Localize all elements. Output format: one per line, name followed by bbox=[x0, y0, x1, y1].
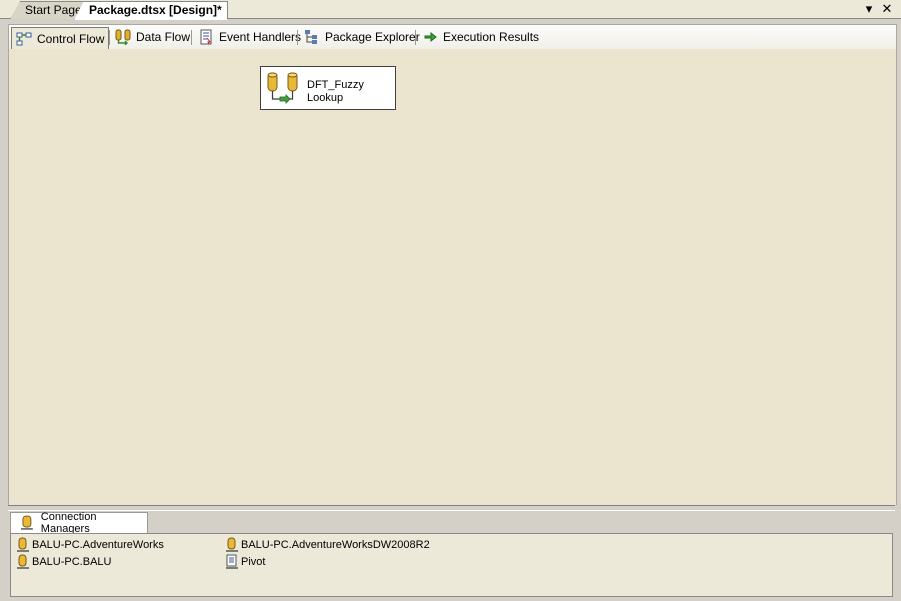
tab-data-flow-label: Data Flow bbox=[136, 30, 191, 44]
tab-package-explorer[interactable]: Package Explorer bbox=[300, 27, 424, 47]
tab-execution-results[interactable]: Execution Results bbox=[418, 27, 543, 47]
tab-control-flow-label: Control Flow bbox=[37, 31, 105, 46]
data-flow-icon bbox=[115, 29, 131, 45]
connection-managers-panel: Connection Managers BALU-PC.AdventureWor… bbox=[8, 511, 895, 597]
tab-separator bbox=[191, 30, 192, 45]
close-document-button[interactable]: ✕ bbox=[880, 1, 894, 16]
chevron-down-icon: ▾ bbox=[865, 1, 873, 16]
data-flow-task-icon bbox=[267, 72, 298, 104]
control-flow-icon bbox=[16, 32, 32, 45]
tab-event-handlers-label: Event Handlers bbox=[219, 30, 302, 44]
task-label: DFT_Fuzzy Lookup bbox=[307, 79, 364, 104]
flat-file-connection-icon bbox=[226, 554, 238, 569]
tab-package-design[interactable]: Package.dtsx [Design]* bbox=[74, 1, 228, 20]
connection-item[interactable]: Pivot bbox=[224, 554, 265, 570]
connection-item-label: BALU-PC.BALU bbox=[32, 556, 112, 568]
database-connection-icon bbox=[226, 537, 238, 552]
document-tab-strip: Start Page Package.dtsx [Design]* ▾ ✕ bbox=[0, 0, 901, 20]
connection-managers-list[interactable]: BALU-PC.AdventureWorks BALU-PC.BALU BALU… bbox=[10, 533, 893, 597]
tab-execution-results-label: Execution Results bbox=[443, 30, 540, 44]
tab-separator bbox=[297, 30, 298, 45]
tab-connection-managers-label: Connection Managers bbox=[40, 511, 97, 535]
connection-item[interactable]: BALU-PC.BALU bbox=[15, 554, 111, 570]
tab-separator bbox=[109, 30, 110, 45]
tab-event-handlers[interactable]: Event Handlers bbox=[194, 27, 305, 47]
connection-item-label: Pivot bbox=[241, 556, 266, 568]
data-flow-task-dft-fuzzy-lookup[interactable]: DFT_Fuzzy Lookup bbox=[260, 66, 396, 110]
connection-managers-icon bbox=[20, 515, 33, 530]
database-connection-icon bbox=[17, 537, 29, 552]
control-flow-design-surface[interactable]: DFT_Fuzzy Lookup bbox=[8, 49, 897, 505]
tab-data-flow[interactable]: Data Flow bbox=[111, 27, 194, 47]
package-explorer-icon bbox=[305, 30, 317, 44]
execution-results-icon bbox=[424, 31, 437, 43]
database-connection-icon bbox=[17, 554, 29, 569]
connection-item-label: BALU-PC.AdventureWorksDW2008R2 bbox=[241, 539, 430, 551]
tab-separator bbox=[415, 30, 416, 45]
close-icon: ✕ bbox=[881, 1, 893, 16]
window-position-dropdown-button[interactable]: ▾ bbox=[862, 1, 876, 16]
tab-package-explorer-label: Package Explorer bbox=[325, 30, 420, 44]
connection-item[interactable]: BALU-PC.AdventureWorksDW2008R2 bbox=[224, 537, 430, 553]
event-handlers-icon bbox=[200, 29, 212, 45]
connection-item[interactable]: BALU-PC.AdventureWorks bbox=[15, 537, 164, 553]
designer-tab-bar: Control Flow Data Flow Event Handlers Pa… bbox=[8, 24, 897, 50]
tab-connection-managers[interactable]: Connection Managers bbox=[10, 511, 148, 535]
tab-control-flow[interactable]: Control Flow bbox=[11, 27, 110, 49]
connection-item-label: BALU-PC.AdventureWorks bbox=[32, 539, 164, 551]
